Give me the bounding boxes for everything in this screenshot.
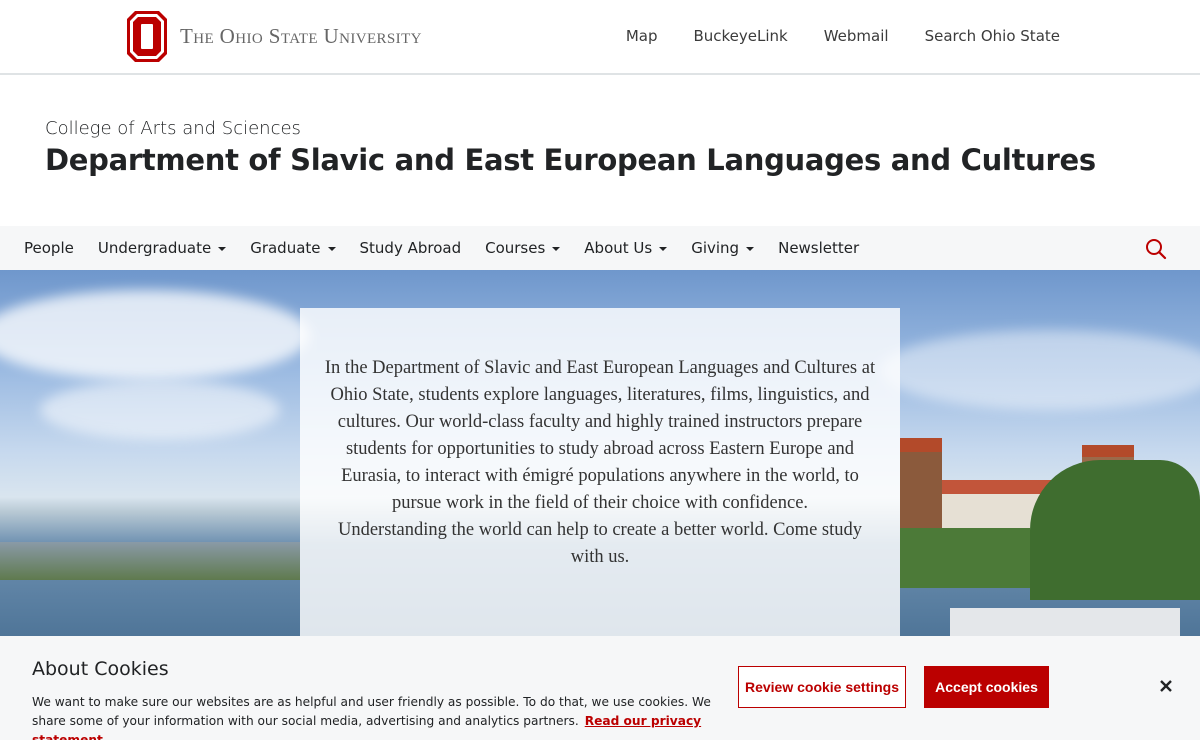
cookie-description: We want to make sure our websites are as… [32, 693, 722, 740]
nav-item-people[interactable]: People [24, 239, 74, 257]
nav-item-undergraduate[interactable]: Undergraduate [97, 239, 227, 257]
department-title[interactable]: Department of Slavic and East European L… [45, 143, 1096, 177]
cookie-banner: About Cookies We want to make sure our w… [0, 636, 1200, 740]
department-header: College of Arts and Sciences Department … [45, 118, 1096, 177]
hero-intro-text[interactable]: In the Department of Slavic and East Eur… [322, 355, 878, 517]
nav-label: People [24, 239, 74, 257]
university-wordmark[interactable]: The Ohio State University [180, 24, 422, 49]
nav-label: Graduate [250, 239, 321, 257]
review-cookie-settings-button[interactable]: Review cookie settings [738, 666, 906, 708]
college-name[interactable]: College of Arts and Sciences [45, 118, 1096, 139]
university-links: Map BuckeyeLink Webmail Search Ohio Stat… [626, 27, 1060, 45]
nav-item-giving[interactable]: Giving [691, 239, 755, 257]
nav-item-study-abroad[interactable]: Study Abroad [360, 239, 462, 257]
caret-down-icon [746, 247, 755, 251]
block-o-logo-icon[interactable] [127, 11, 167, 62]
cookie-title: About Cookies [32, 658, 169, 680]
close-icon[interactable] [1158, 678, 1174, 694]
accept-cookies-button[interactable]: Accept cookies [924, 666, 1049, 708]
link-buckeyelink[interactable]: BuckeyeLink [693, 27, 787, 45]
nav-item-about-us[interactable]: About Us [584, 239, 668, 257]
link-webmail[interactable]: Webmail [824, 27, 889, 45]
nav-label: Giving [691, 239, 740, 257]
link-search-ohio-state[interactable]: Search Ohio State [925, 27, 1060, 45]
hero-tagline-text[interactable]: Understanding the world can help to crea… [322, 517, 878, 571]
university-top-bar: The Ohio State University Map BuckeyeLin… [0, 0, 1200, 75]
nav-label: Courses [485, 239, 546, 257]
hero-intro-panel: In the Department of Slavic and East Eur… [300, 308, 900, 636]
nav-item-graduate[interactable]: Graduate [250, 239, 336, 257]
caret-down-icon [552, 247, 561, 251]
search-icon[interactable] [1145, 238, 1167, 260]
nav-label: Study Abroad [359, 239, 462, 257]
caret-down-icon [218, 247, 227, 251]
main-navigation: People Undergraduate Graduate Study Abro… [0, 226, 1200, 270]
link-map[interactable]: Map [626, 27, 658, 45]
caret-down-icon [327, 247, 336, 251]
nav-label: Newsletter [778, 239, 860, 257]
caret-down-icon [659, 247, 668, 251]
nav-label: About Us [584, 239, 653, 257]
nav-item-courses[interactable]: Courses [485, 239, 561, 257]
nav-label: Undergraduate [97, 239, 212, 257]
nav-item-newsletter[interactable]: Newsletter [778, 239, 859, 257]
